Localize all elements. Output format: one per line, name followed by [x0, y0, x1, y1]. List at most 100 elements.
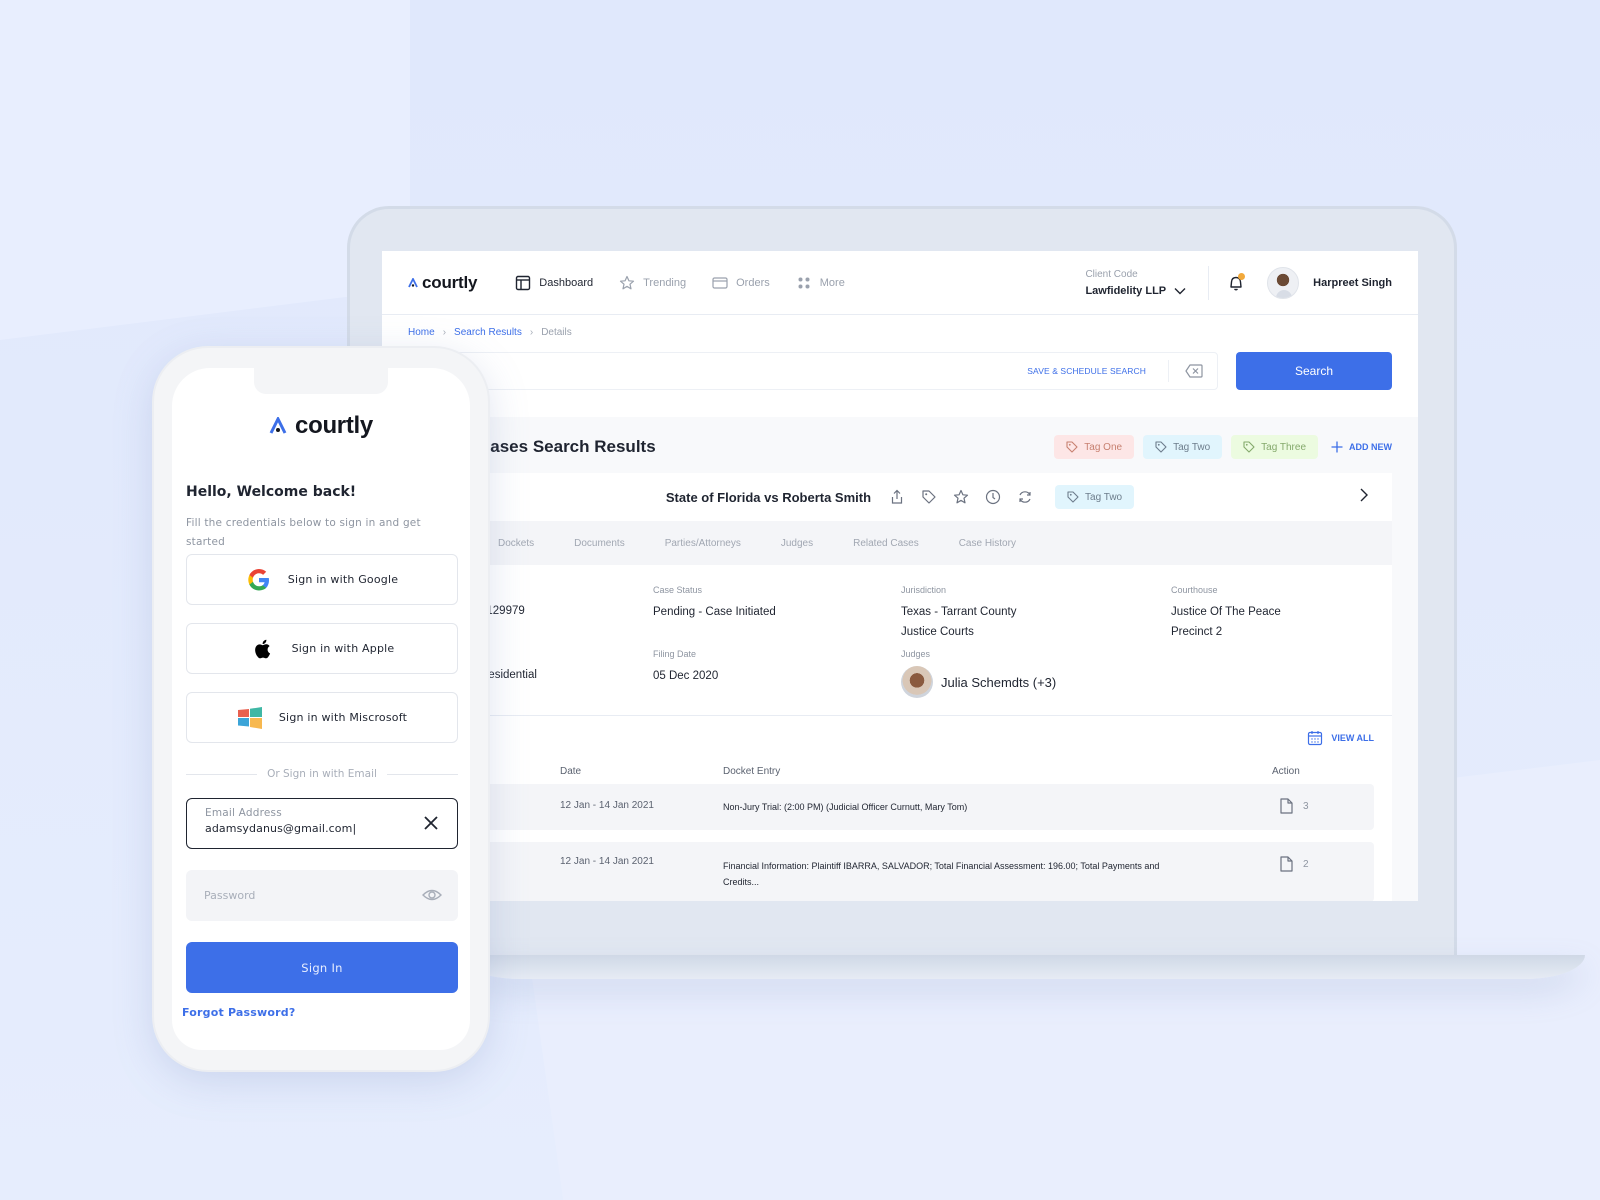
- column-date: Date: [560, 766, 582, 777]
- document-count: 2: [1303, 858, 1309, 870]
- notification-dot: [1238, 272, 1246, 280]
- nav-orders[interactable]: Orders: [712, 275, 770, 291]
- nav-trending[interactable]: Trending: [619, 275, 686, 291]
- client-code-label: Client Code: [1085, 268, 1138, 280]
- clear-search-icon[interactable]: [1185, 364, 1203, 378]
- breadcrumb: Home › Search Results › Details: [382, 315, 1418, 338]
- docket-entry: Financial Information: Plaintiff IBARRA,…: [723, 861, 1160, 887]
- docket-entry: Non-Jury Trial: (2:00 PM) (Judicial Offi…: [723, 802, 968, 812]
- tab-related-cases[interactable]: Related Cases: [853, 538, 919, 549]
- or-divider: Or Sign in with Email: [186, 768, 459, 780]
- email-field[interactable]: Email Address adamsydanus@gmail.com|: [186, 798, 458, 849]
- chevron-right-icon: ›: [529, 327, 534, 338]
- docket-action[interactable]: 3: [1280, 798, 1309, 814]
- tag-icon[interactable]: [921, 489, 937, 505]
- breadcrumb-home[interactable]: Home: [408, 327, 435, 338]
- plus-icon: [1331, 441, 1343, 453]
- top-navigation: courtly Dashboard Trending Orders More C…: [382, 251, 1418, 315]
- google-signin-label: Sign in with Google: [287, 573, 399, 586]
- nav-more[interactable]: More: [796, 275, 845, 291]
- tab-case-history[interactable]: Case History: [959, 538, 1016, 549]
- sign-in-button[interactable]: Sign In: [186, 942, 458, 993]
- document-icon: [1280, 856, 1293, 872]
- filing-date-field: Filing Date 05 Dec 2020: [653, 649, 718, 686]
- divider: [1208, 265, 1210, 300]
- clock-icon[interactable]: [985, 489, 1001, 505]
- refresh-icon[interactable]: [1017, 489, 1033, 505]
- chevron-right-icon[interactable]: [1358, 487, 1370, 503]
- eye-icon[interactable]: [422, 886, 442, 904]
- docket-date: 12 Jan - 14 Jan 2021: [560, 800, 654, 811]
- case-tabs: Dockets Documents Parties/Attorneys Judg…: [408, 521, 1392, 565]
- grid-dots-icon: [798, 277, 810, 288]
- tab-dockets[interactable]: Dockets: [498, 538, 534, 549]
- breadcrumb-search-results[interactable]: Search Results: [454, 327, 522, 338]
- welcome-heading: Hello, Welcome back!: [186, 484, 357, 500]
- tag-three[interactable]: Tag Three: [1231, 435, 1318, 459]
- google-signin-button[interactable]: Sign in with Google: [186, 554, 458, 605]
- courthouse-line1: Justice Of The Peace: [1171, 606, 1281, 618]
- case-tag[interactable]: Tag Two: [1055, 485, 1135, 509]
- add-new-tag-button[interactable]: ADD NEW: [1331, 441, 1392, 453]
- jurisdiction-field: Jurisdiction Texas - Tarrant County Just…: [901, 585, 1016, 642]
- jurisdiction-label: Jurisdiction: [901, 585, 947, 595]
- column-action: Action: [1272, 766, 1300, 777]
- docket-row[interactable]: 12 Jan - 14 Jan 2021 Financial Informati…: [408, 842, 1374, 901]
- microsoft-signin-button[interactable]: Sign in with Miscrosoft: [186, 692, 458, 743]
- docket-row[interactable]: 12 Jan - 14 Jan 2021 Non-Jury Trial: (2:…: [408, 784, 1374, 830]
- document-count: 3: [1303, 800, 1309, 812]
- courtly-logo-icon: [408, 277, 418, 287]
- add-new-label: ADD NEW: [1349, 442, 1392, 452]
- tag-icon: [1067, 491, 1079, 503]
- filing-date-label: Filing Date: [653, 649, 697, 659]
- email-label: Email Address: [205, 807, 282, 819]
- brand-logo[interactable]: courtly: [408, 273, 477, 293]
- tag-label: Tag Two: [1173, 441, 1211, 453]
- password-placeholder: Password: [204, 889, 256, 902]
- courthouse-field: Courthouse Justice Of The Peace Precinct…: [1171, 585, 1281, 642]
- courthouse-label: Courthouse: [1171, 585, 1218, 595]
- case-details: 0129979 Residential Case Status Pending …: [408, 565, 1392, 715]
- apple-signin-button[interactable]: Sign in with Apple: [186, 623, 458, 674]
- tag-label: Tag Three: [1261, 441, 1306, 453]
- brand-name: courtly: [295, 412, 373, 439]
- user-name[interactable]: Harpreet Singh: [1313, 277, 1392, 289]
- view-all-button[interactable]: VIEW ALL: [1307, 730, 1374, 746]
- dockets-section: s VIEW ALL Date Docket Entry Action 12 J…: [408, 715, 1392, 901]
- docket-action[interactable]: 2: [1280, 856, 1309, 872]
- tab-parties-attorneys[interactable]: Parties/Attorneys: [665, 538, 741, 549]
- judge-avatar: [901, 666, 933, 698]
- results-title: Cases Search Results: [478, 437, 656, 456]
- case-type-value: Residential: [480, 669, 537, 681]
- nav-label: More: [819, 276, 845, 289]
- apple-icon: [254, 639, 270, 658]
- apple-signin-label: Sign in with Apple: [291, 642, 395, 655]
- share-icon[interactable]: [889, 489, 905, 505]
- search-input[interactable]: SAVE & SCHEDULE SEARCH: [408, 352, 1218, 390]
- notifications-button[interactable]: [1227, 272, 1246, 292]
- view-all-label: VIEW ALL: [1331, 733, 1374, 743]
- client-code-value-row: Lawfidelity LLP: [1085, 285, 1186, 297]
- forgot-password-link[interactable]: Forgot Password?: [182, 1006, 295, 1019]
- nav-label: Orders: [736, 276, 770, 289]
- search-button[interactable]: Search: [1236, 352, 1392, 390]
- tab-judges[interactable]: Judges: [781, 538, 813, 549]
- judge-entry[interactable]: Julia Schemdts (+3): [901, 666, 1056, 698]
- save-schedule-search-link[interactable]: SAVE & SCHEDULE SEARCH: [1027, 366, 1146, 376]
- tab-documents[interactable]: Documents: [574, 538, 625, 549]
- close-icon[interactable]: [423, 815, 439, 831]
- nav-dashboard[interactable]: Dashboard: [515, 275, 593, 291]
- phone-frame: courtly Hello, Welcome back! Fill the cr…: [154, 348, 488, 1070]
- tag-one[interactable]: Tag One: [1054, 435, 1135, 459]
- case-status-value: Pending - Case Initiated: [653, 606, 776, 618]
- breadcrumb-details: Details: [541, 327, 572, 338]
- tag-two[interactable]: Tag Two: [1143, 435, 1223, 459]
- user-avatar[interactable]: [1267, 266, 1300, 299]
- case-header: State of Florida vs Roberta Smith Tag Tw…: [408, 473, 1392, 521]
- welcome-subtitle: Fill the credentials below to sign in an…: [186, 517, 421, 548]
- password-field[interactable]: Password: [186, 870, 458, 921]
- microsoft-icon: [237, 706, 262, 729]
- star-icon[interactable]: [953, 489, 969, 505]
- client-code-select[interactable]: Client Code Lawfidelity LLP: [1085, 269, 1186, 297]
- layout-icon: [516, 275, 531, 290]
